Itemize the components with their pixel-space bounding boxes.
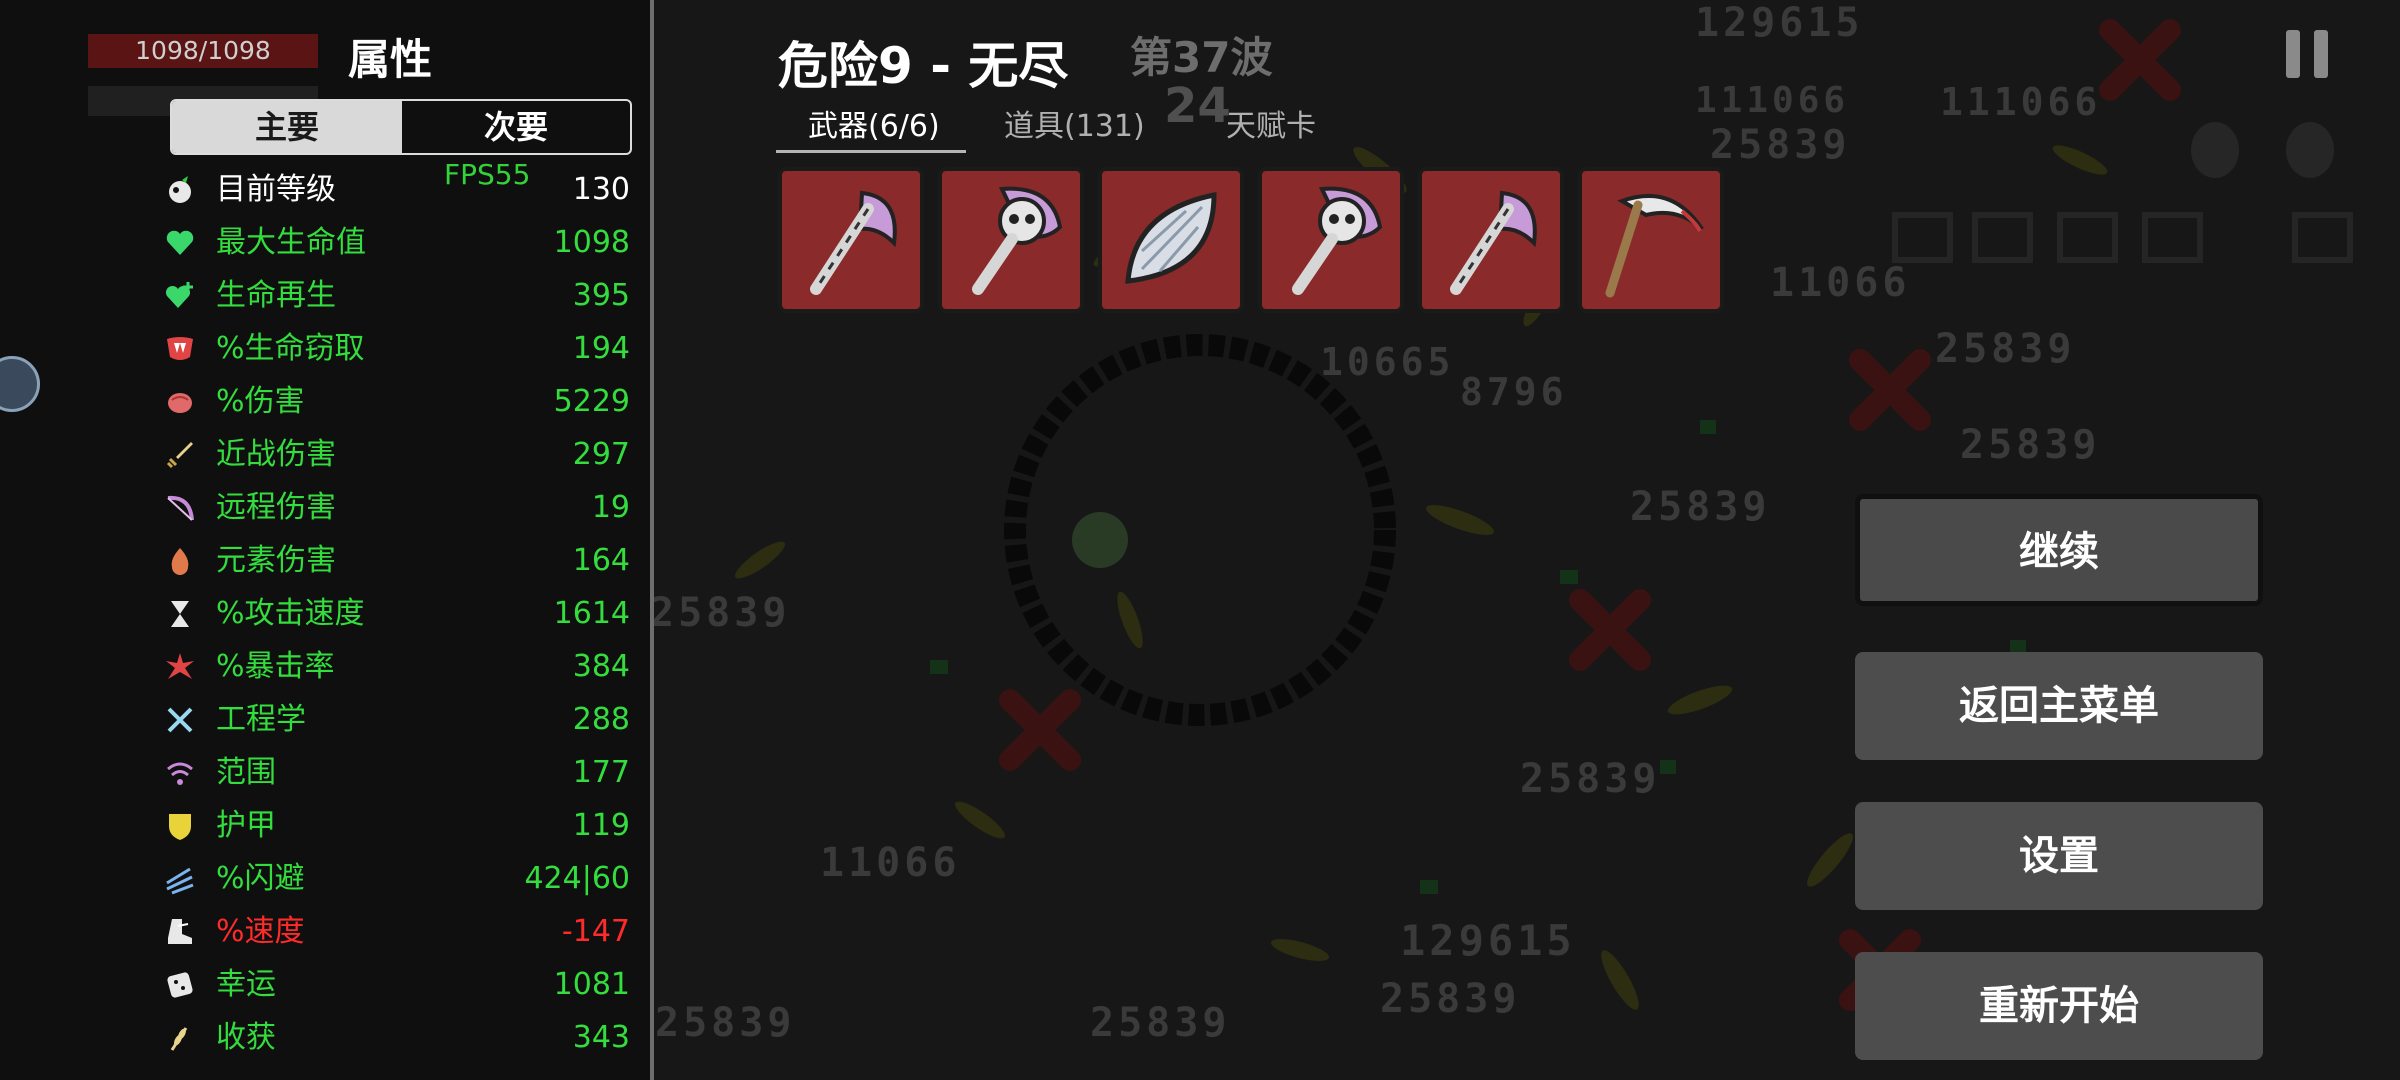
stat-label: %伤害 [216,384,305,419]
stat-row-crit: %暴击率 384 [160,641,630,693]
range-icon [167,762,193,785]
stat-label: 幸运 [216,967,276,1002]
stat-label: 收获 [216,1020,276,1055]
stat-label: %攻击速度 [216,596,365,631]
stat-label: 远程伤害 [216,490,336,525]
stat-label: 目前等级 [216,172,336,207]
stat-label: 生命再生 [216,278,336,313]
stat-row-damage: %伤害 5229 [160,376,630,428]
stat-value: 384 [572,649,630,684]
stat-value: 343 [572,1020,630,1055]
stat-row-hp-regen: 生命再生 395 [160,270,630,322]
weapon-slot-2[interactable] [938,167,1084,313]
stat-label: 护甲 [216,808,276,843]
stat-row-armor: 护甲 119 [160,800,630,852]
stat-row-speed: %速度 -147 [160,906,630,958]
stat-value: 19 [591,490,630,525]
skull-staff-icon [972,186,1063,295]
stat-row-elemental: 元素伤害 164 [160,535,630,587]
stat-row-range: 范围 177 [160,747,630,799]
stat-row-engineering: 工程学 288 [160,694,630,746]
stat-value: 395 [572,278,630,313]
stat-value: -147 [561,914,630,949]
stats-panel: 1098/1098 属性 主要 次要 FPS55 目前等级 130 最大生命值 … [0,0,654,1080]
regen-heart-icon [165,282,193,308]
active-tab-underline [776,150,966,153]
panel-title: 属性 [348,35,433,84]
continue-button[interactable]: 继续 [1855,494,2263,606]
stat-label: %生命窃取 [216,331,365,366]
axe-icon [810,190,897,295]
stat-label: 工程学 [216,702,306,737]
run-title: 危险9 - 无尽 [778,37,1069,95]
stat-label: 元素伤害 [216,543,336,578]
stat-row-melee: 近战伤害 297 [160,429,630,481]
dodge-icon [166,867,194,895]
tab-items[interactable]: 道具(131) [1004,106,1145,148]
dice-icon [167,972,193,998]
stat-row-attack-speed: %攻击速度 1614 [160,588,630,640]
level-icon [169,176,191,203]
stat-label: %暴击率 [216,649,335,684]
stat-value: 288 [572,702,630,737]
weapon-slot-6[interactable] [1578,167,1724,313]
stat-row-life-steal: %生命窃取 194 [160,323,630,375]
stat-row-ranged: 远程伤害 19 [160,482,630,534]
hourglass-icon [171,601,189,627]
stat-row-luck: 幸运 1081 [160,959,630,1011]
stat-row-level: 目前等级 130 [160,164,630,216]
hp-text: 1098/1098 [135,36,271,65]
fangs-icon [167,337,193,360]
wrench-icon [167,707,193,733]
muscle-icon [168,393,192,413]
stat-value: 130 [572,172,630,207]
scythe-icon [1605,193,1704,298]
stats-tab-group: 主要 次要 [170,99,632,155]
stat-value: 177 [572,755,630,790]
stat-value: 1098 [553,225,630,260]
pause-icon[interactable] [2278,22,2338,86]
stat-row-dodge: %闪避 424|60 [160,853,630,905]
flame-icon [171,548,189,575]
stat-value: 5229 [553,384,630,419]
crystal-shard-icon [1125,191,1217,284]
main-menu-button[interactable]: 返回主菜单 [1855,652,2263,760]
bow-icon [167,495,194,521]
tab-primary-stats[interactable]: 主要 [172,101,402,153]
settings-button[interactable]: 设置 [1855,802,2263,910]
weapon-slot-3[interactable] [1098,167,1244,313]
stat-value: 194 [572,331,630,366]
tab-secondary-stats[interactable]: 次要 [402,101,630,153]
stat-row-max-hp: 最大生命值 1098 [160,217,630,269]
stat-value: 119 [572,808,630,843]
wave-label: 第37波 [1130,33,1273,82]
heart-icon [166,230,194,255]
weapon-slot-1[interactable] [778,167,924,313]
tab-weapons[interactable]: 武器(6/6) [808,106,940,148]
shield-icon [169,814,191,840]
stat-value: 164 [572,543,630,578]
wheat-icon [170,1027,188,1051]
stat-value: 1614 [553,596,630,631]
boot-icon [168,919,192,944]
stat-label: 近战伤害 [216,437,336,472]
weapon-slot-4[interactable] [1258,167,1404,313]
stat-value: 1081 [553,967,630,1002]
skull-staff-icon [1292,186,1383,295]
stat-value: 297 [572,437,630,472]
stat-label: 范围 [216,755,276,790]
restart-button[interactable]: 重新开始 [1855,952,2263,1060]
tab-talents[interactable]: 天赋卡 [1226,106,1316,148]
stat-label: %速度 [216,914,305,949]
wave-timer: 24 [1164,78,1231,134]
stat-row-harvest: 收获 343 [160,1012,630,1064]
weapon-slot-5[interactable] [1418,167,1564,313]
crit-icon [166,653,194,679]
sword-icon [166,442,193,469]
stat-label: 最大生命值 [216,225,366,260]
axe-icon [1450,190,1537,295]
stat-label: %闪避 [216,861,305,896]
stat-value: 424|60 [524,861,630,896]
